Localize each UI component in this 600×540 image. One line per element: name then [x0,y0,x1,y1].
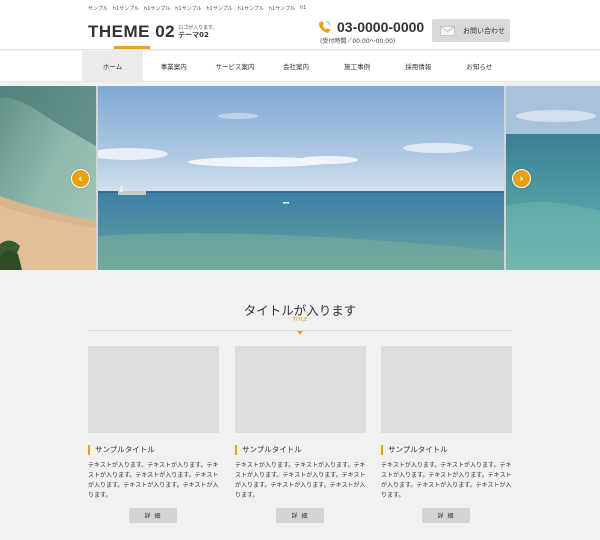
nav-item-recruit[interactable]: 採用情報 [388,51,449,81]
card-image-placeholder [235,346,366,433]
nav-item-news[interactable]: お知らせ [449,51,510,81]
slider-next-button[interactable]: › [512,169,531,188]
top-link[interactable]: h1サンプル [206,5,232,12]
site-header: サンプル h1サンプル h1サンプル h1サンプル h1サンプル h1サンプル … [0,0,600,50]
mail-icon [440,25,455,36]
detail-button[interactable]: 詳 細 [129,508,177,523]
section-marker-icon [297,331,303,335]
top-link[interactable]: h1 [300,5,306,12]
nav-item-company[interactable]: 会社案内 [265,51,326,81]
top-link[interactable]: h1サンプル [269,5,295,12]
top-link[interactable]: h1サンプル [238,5,264,12]
section-title-en: TITLE [292,317,308,323]
card-text: テキストが入ります。テキストが入ります。テキストが入ります。テキストが入ります。… [381,462,512,499]
phone-number[interactable]: 03-0000-0000 [337,19,424,35]
nav-item-services[interactable]: サービス案内 [204,51,265,81]
nav-item-works[interactable]: 施工事例 [327,51,388,81]
chevron-right-icon: › [519,171,524,185]
global-nav: ホーム 事業案内 サービス案内 会社案内 施工事例 採用情報 お知らせ [0,51,600,82]
card-text: テキストが入ります。テキストが入ります。テキストが入ります。テキストが入ります。… [235,462,366,499]
chevron-left-icon: ‹ [78,171,83,185]
detail-button[interactable]: 詳 細 [422,508,470,523]
phone-hours: (受付時間／00:00〜00:00) [320,38,396,45]
nav-list: ホーム 事業案内 サービス案内 会社案内 施工事例 採用情報 お知らせ [82,51,510,81]
logo-subtitle: テーマ02 [178,31,209,39]
slider-prev-button[interactable]: ‹ [71,169,90,188]
top-links: サンプル h1サンプル h1サンプル h1サンプル h1サンプル h1サンプル … [88,5,306,12]
card-title: サンプルタイトル [235,445,366,455]
card-text: テキストが入ります。テキストが入ります。テキストが入ります。テキストが入ります。… [88,462,219,499]
detail-button[interactable]: 詳 細 [276,508,324,523]
logo-accent-bar [114,46,150,49]
phone-icon [319,21,331,33]
card: サンプルタイトル テキストが入ります。テキストが入ります。テキストが入ります。テ… [235,346,366,523]
top-link[interactable]: h1サンプル [175,5,201,12]
nav-item-home[interactable]: ホーム [82,51,144,81]
slide-image-current [98,86,504,270]
site-logo[interactable]: THEME 02 ロゴが入ります。 テーマ02 [88,22,218,41]
logo-main-text: THEME 02 [88,22,176,41]
card-image-placeholder [88,346,219,433]
card: サンプルタイトル テキストが入ります。テキストが入ります。テキストが入ります。テ… [381,346,512,523]
card-title: サンプルタイトル [381,445,512,455]
top-link[interactable]: h1サンプル [113,5,139,12]
top-link[interactable]: サンプル [88,5,108,12]
logo-sub: ロゴが入ります。 テーマ02 [178,25,218,39]
card-title: サンプルタイトル [88,445,219,455]
hero-slider: ‹ › [0,86,600,270]
card: サンプルタイトル テキストが入ります。テキストが入ります。テキストが入ります。テ… [88,346,219,523]
nav-item-business[interactable]: 事業案内 [143,51,204,81]
contact-button-label: お問い合わせ [463,26,505,35]
card-image-placeholder [381,346,512,433]
contact-button[interactable]: お問い合わせ [432,19,510,42]
top-link[interactable]: h1サンプル [144,5,170,12]
